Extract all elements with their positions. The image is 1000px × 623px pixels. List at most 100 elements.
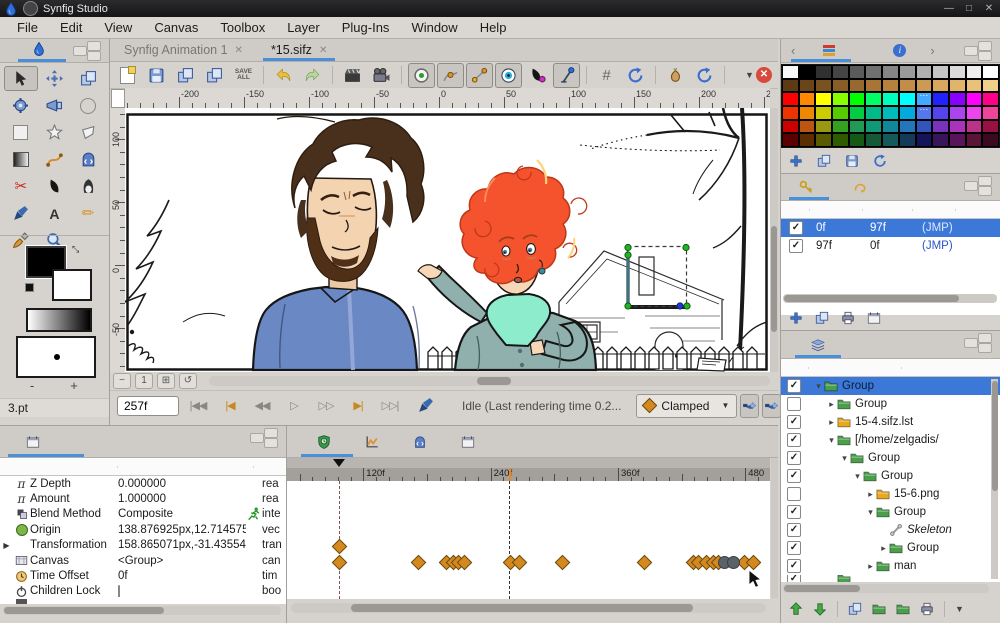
lower-layer-button[interactable] (813, 602, 827, 616)
col-length[interactable] (863, 208, 914, 211)
palette-swatch[interactable] (965, 119, 983, 134)
toggle-tangent-ducks-button[interactable] (466, 62, 493, 88)
palette-swatch[interactable] (798, 133, 816, 147)
palette-swatch[interactable] (798, 92, 816, 106)
tool-cutout[interactable] (71, 147, 105, 172)
layer-row[interactable]: ✓ ▸ 15-4.sifz.lst (781, 413, 1000, 431)
layers-menu-icon[interactable]: ▼ (955, 604, 964, 614)
param-value[interactable]: 0f (118, 570, 246, 582)
palette-swatch[interactable] (948, 65, 966, 79)
palette-swatch[interactable] (915, 133, 933, 147)
timetrack-tab-icon[interactable] (317, 435, 331, 449)
add-keyframe-button[interactable] (789, 311, 803, 325)
tool-pencil[interactable]: ✏ (71, 201, 105, 226)
toggle-width-ducks-button[interactable] (524, 63, 551, 88)
zoom-100-button[interactable]: 1 (135, 373, 153, 389)
canvas-tab-0[interactable]: Synfig Animation 1 ✕ (110, 39, 257, 61)
palette-swatch[interactable] (882, 78, 899, 93)
palette-swatch[interactable] (948, 78, 966, 93)
menu-help[interactable]: Help (469, 18, 518, 38)
palette-swatch[interactable] (782, 133, 799, 147)
onion-skin-button[interactable] (662, 63, 689, 88)
keyframe-row[interactable]: ✓ 97f 0f (JMP) (781, 237, 1000, 255)
fit-canvas-button[interactable]: ⊞ (157, 373, 175, 389)
palette-swatch[interactable] (832, 133, 849, 147)
palette-swatch[interactable] (932, 92, 949, 106)
next-tab-icon[interactable]: › (930, 43, 934, 58)
palette-swatch[interactable] (932, 78, 949, 93)
keyframes-dock-controls[interactable] (964, 176, 998, 196)
layers-dock-controls[interactable] (964, 333, 998, 353)
palette-swatch[interactable] (848, 78, 866, 93)
layer-expander[interactable]: ▾ (826, 435, 837, 446)
tool-text[interactable]: A (38, 201, 72, 226)
palette-swatch[interactable] (982, 65, 999, 79)
palette-swatch[interactable] (932, 65, 949, 79)
palette-swatch[interactable] (782, 106, 799, 120)
waypoint-canvas[interactable] (636, 554, 653, 570)
keyframes-h-scrollbar[interactable] (783, 294, 997, 303)
palette-swatch[interactable] (832, 65, 849, 79)
param-row[interactable]: Time Offset 0f tim (0, 568, 286, 584)
palette-swatch[interactable] (898, 133, 916, 147)
ruler-corner-button[interactable] (111, 89, 125, 108)
layer-expander[interactable]: ▾ (813, 381, 824, 392)
param-value[interactable]: 138.876925px,12.714575 (118, 524, 246, 536)
menu-edit[interactable]: Edit (49, 18, 93, 38)
timetrack-h-scrollbar[interactable] (291, 603, 766, 613)
tool-scissors[interactable]: ✂ (4, 174, 38, 199)
tool-fill[interactable] (38, 174, 72, 199)
palette-swatch[interactable] (832, 106, 849, 120)
palette-swatch[interactable] (882, 133, 899, 147)
palette-swatch[interactable] (898, 119, 916, 134)
reset-colors-icon[interactable] (25, 283, 34, 292)
waypoint-canvas[interactable] (410, 554, 427, 570)
add-group-button[interactable] (896, 602, 910, 616)
param-row[interactable]: Blend Method Composite inte (0, 506, 286, 523)
layer-row[interactable]: ✓ ▾ Group (781, 503, 1000, 521)
menu-canvas[interactable]: Canvas (143, 18, 209, 38)
palette-swatch[interactable] (898, 106, 916, 120)
layer-expander[interactable]: ▸ (826, 399, 837, 410)
layer-row[interactable]: ▸ Group (781, 395, 1000, 413)
palette-swatch[interactable] (932, 119, 949, 134)
duplicate-layer-button[interactable] (848, 602, 862, 616)
toggle-angle-ducks-button[interactable] (553, 62, 580, 88)
timetrack-ruler[interactable]: 120f 240f 360f 480 (287, 468, 770, 482)
save-palette-button[interactable] (845, 154, 859, 168)
layer-visible-checkbox[interactable]: ✓ (787, 523, 801, 537)
resolution-dropdown-icon[interactable]: ▼ (745, 70, 754, 80)
palette-swatch[interactable] (798, 78, 816, 93)
palette-swatch[interactable] (948, 133, 966, 147)
layer-visible-checkbox[interactable]: ✓ (787, 559, 801, 573)
prev-frame-button[interactable]: ◀◀ (246, 395, 278, 417)
layer-visible-checkbox[interactable]: ✓ (787, 433, 801, 447)
tool-draw[interactable] (4, 201, 38, 226)
menu-file[interactable]: File (6, 18, 49, 38)
param-row[interactable]: π Z Depth 0.000000 rea (0, 476, 286, 492)
layer-expander[interactable]: ▸ (865, 561, 876, 572)
keyframe-marker-triangle[interactable] (333, 459, 346, 467)
palette-swatch[interactable]: ··· (915, 104, 933, 120)
param-value[interactable]: 0.000000 (118, 478, 246, 490)
waypoint-disabled[interactable] (727, 555, 740, 569)
maximize-button[interactable]: □ (962, 2, 976, 15)
palette-swatch[interactable] (782, 92, 799, 106)
palette-swatch[interactable] (898, 78, 916, 93)
palette-dock-controls[interactable] (964, 41, 998, 61)
layer-expander[interactable]: ▸ (865, 489, 876, 500)
palette-swatch[interactable] (948, 119, 966, 134)
param-row[interactable] (0, 599, 286, 605)
interpolation-tab-icon[interactable] (461, 435, 475, 449)
layer-row[interactable]: ✓ ▾ Group (781, 467, 1000, 485)
palette-swatch[interactable] (882, 92, 899, 106)
col-ptype[interactable] (254, 466, 286, 468)
layer-visible-checkbox[interactable] (787, 397, 801, 411)
palette-tab-icon[interactable] (823, 45, 836, 56)
waypoint-canvas[interactable] (745, 554, 762, 570)
layers-h-scrollbar[interactable] (783, 584, 989, 593)
raise-layer-button[interactable] (789, 602, 803, 616)
seek-next-keyframe-button[interactable]: ▶| (342, 395, 374, 417)
menu-toolbox[interactable]: Toolbox (209, 18, 276, 38)
refresh-palette-button[interactable] (873, 154, 887, 168)
